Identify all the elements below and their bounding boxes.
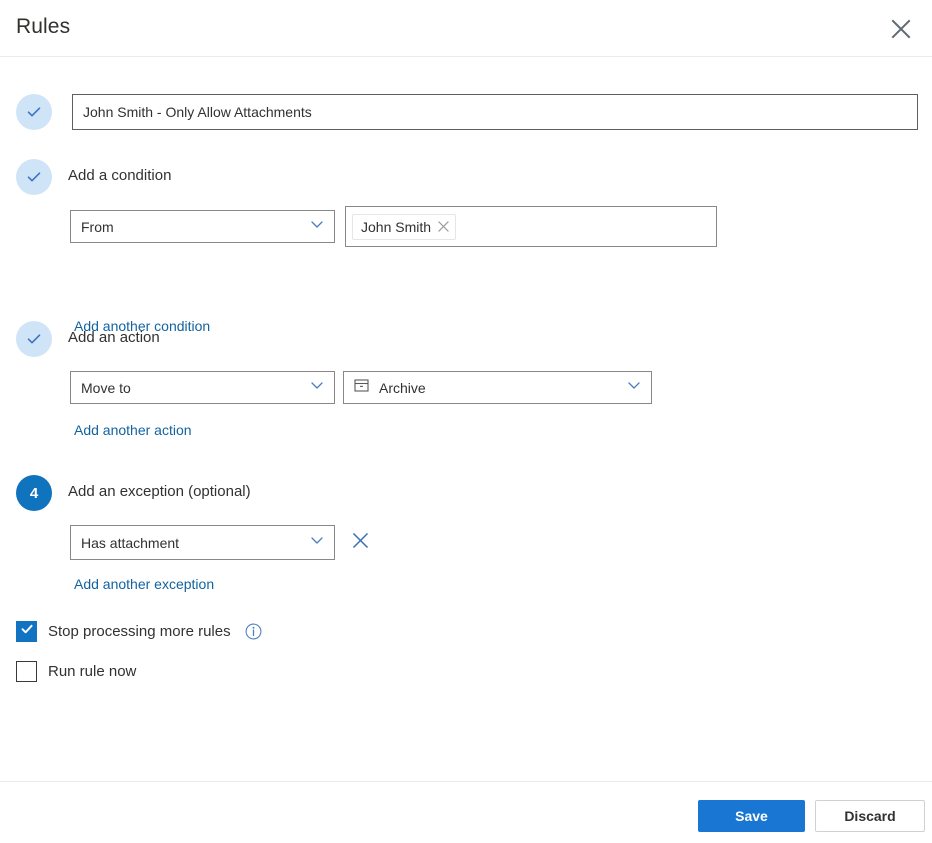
step-add-action: Add an action Move to Archive Add anothe… xyxy=(0,321,932,476)
action-folder-dropdown[interactable]: Archive xyxy=(343,371,652,404)
step-4-title: Add an exception (optional) xyxy=(68,483,251,500)
step-4-badge-number: 4 xyxy=(29,484,39,502)
action-type-dropdown[interactable]: Move to xyxy=(70,371,335,404)
check-icon xyxy=(20,622,34,641)
stop-processing-label[interactable]: Stop processing more rules xyxy=(48,623,231,640)
add-another-action-link[interactable]: Add another action xyxy=(74,422,192,438)
discard-button[interactable]: Discard xyxy=(815,800,925,832)
condition-type-dropdown[interactable]: From xyxy=(70,210,335,243)
check-icon xyxy=(25,103,43,121)
run-rule-now-label[interactable]: Run rule now xyxy=(48,663,136,680)
close-button[interactable] xyxy=(881,9,921,49)
close-icon xyxy=(890,18,912,40)
rule-name-input[interactable] xyxy=(72,94,918,130)
add-another-exception-link[interactable]: Add another exception xyxy=(74,576,214,592)
run-rule-now-checkbox[interactable] xyxy=(16,661,37,682)
chevron-down-icon xyxy=(310,378,324,397)
action-type-value: Move to xyxy=(81,379,131,396)
recipient-chip-label: John Smith xyxy=(361,218,432,235)
check-icon xyxy=(25,330,43,348)
condition-type-value: From xyxy=(81,218,114,235)
condition-recipient-field[interactable]: John Smith xyxy=(345,206,717,247)
chevron-down-icon xyxy=(310,217,324,236)
remove-exception-button[interactable] xyxy=(344,526,376,558)
step-1-badge-complete xyxy=(16,94,52,130)
recipient-chip[interactable]: John Smith xyxy=(352,213,457,240)
step-4-badge-current: 4 xyxy=(16,475,52,511)
rule-editor-body: Add a condition From John Smith Add anot… xyxy=(0,57,932,781)
dialog-header: Rules xyxy=(0,0,932,57)
step-2-title: Add a condition xyxy=(68,167,172,184)
step-2-badge-complete xyxy=(16,159,52,195)
run-rule-now-row[interactable]: Run rule now xyxy=(16,661,136,682)
save-button[interactable]: Save xyxy=(698,800,805,832)
page-title: Rules xyxy=(16,15,71,38)
chevron-down-icon xyxy=(310,533,324,552)
step-3-title: Add an action xyxy=(68,329,160,346)
close-icon xyxy=(352,532,369,552)
exception-type-dropdown[interactable]: Has attachment xyxy=(70,525,335,560)
chevron-down-icon xyxy=(627,378,641,397)
check-icon xyxy=(25,168,43,186)
step-rule-name xyxy=(0,94,932,154)
archive-folder-icon xyxy=(354,378,369,398)
stop-processing-checkbox[interactable] xyxy=(16,621,37,642)
exception-type-value: Has attachment xyxy=(81,534,180,551)
dialog-footer: Save Discard xyxy=(0,781,932,843)
step-add-exception: 4 Add an exception (optional) Has attach… xyxy=(0,475,932,630)
action-folder-value: Archive xyxy=(379,379,426,396)
chip-remove-icon[interactable] xyxy=(438,221,449,232)
stop-processing-row[interactable]: Stop processing more rules xyxy=(16,621,262,642)
info-icon[interactable] xyxy=(245,623,262,640)
step-3-badge-complete xyxy=(16,321,52,357)
